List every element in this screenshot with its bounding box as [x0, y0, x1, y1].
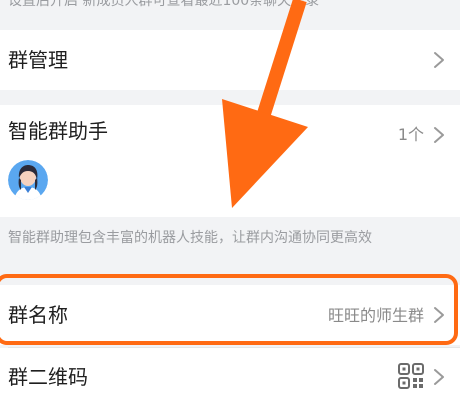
- assistant-description: 智能群助理包含丰富的机器人技能，让群内沟通协同更高效: [8, 230, 372, 246]
- highlight-box: [0, 274, 458, 345]
- group-manage-row[interactable]: 群管理: [0, 30, 460, 90]
- smart-assistant-label: 智能群助手: [8, 119, 108, 143]
- assistant-avatar-icon[interactable]: [8, 160, 48, 200]
- chevron-right-icon: [434, 52, 444, 68]
- group-qr-label: 群二维码: [8, 365, 88, 389]
- assistant-count: 1个: [397, 125, 424, 144]
- chevron-right-icon: [434, 127, 444, 143]
- smart-assistant-row[interactable]: 智能群助手 1个: [0, 105, 460, 217]
- group-manage-label: 群管理: [8, 48, 68, 72]
- qr-code-icon[interactable]: [398, 363, 424, 389]
- group-qr-row[interactable]: 群二维码: [0, 348, 460, 407]
- top-hint-text: 设置后开启 新成员人群可查看最近100条聊天记录: [8, 0, 320, 9]
- chevron-right-icon: [434, 369, 444, 385]
